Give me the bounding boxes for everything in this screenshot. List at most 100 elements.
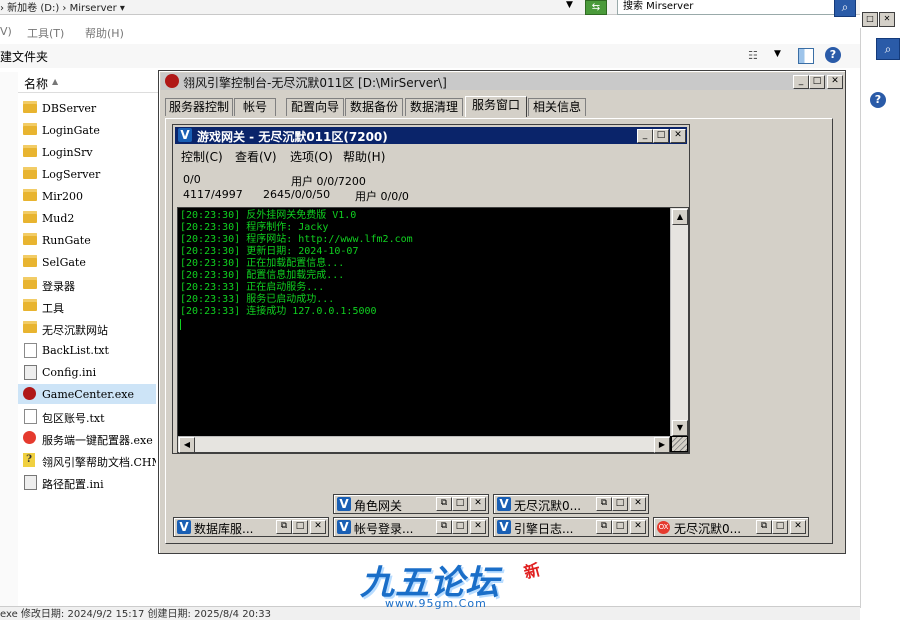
file-item[interactable]: Config.ini	[18, 362, 156, 382]
view-dropdown-icon[interactable]: ▼	[774, 49, 781, 59]
minimized-window-server-2[interactable]: OX 无尽沉默0... ⧉ □ ✕	[653, 517, 809, 537]
minimize-icon[interactable]: _	[793, 75, 809, 89]
maximize-icon[interactable]: □	[653, 129, 669, 143]
right-window-edge	[860, 28, 910, 608]
address-bar[interactable]: › 新加卷 (D:) › Mirserver ▾ ▼ ⇆ 搜索 Mirserve…	[0, 0, 860, 17]
file-item[interactable]: LogServer	[18, 164, 156, 184]
restore-icon[interactable]: ⧉	[436, 520, 452, 534]
close-icon[interactable]: ✕	[790, 520, 806, 534]
file-name: LoginGate	[42, 124, 100, 137]
restore-icon[interactable]: ⧉	[596, 497, 612, 511]
log-line: [20:23:30] 正在加载配置信息...	[180, 258, 345, 269]
vertical-scrollbar[interactable]: ▲ ▼	[670, 208, 688, 436]
explorer-command-bar: 建文件夹 ☷ ▼ ?	[0, 44, 860, 68]
maximize-icon[interactable]: □	[292, 520, 308, 534]
file-item[interactable]: 包区账号.txt	[18, 406, 156, 426]
menu-help[interactable]: 帮助(H)	[85, 25, 124, 41]
column-name-label: 名称	[24, 77, 49, 91]
maximize-icon[interactable]: □	[612, 497, 628, 511]
folder-icon	[23, 145, 37, 157]
address-path[interactable]: › 新加卷 (D:) › Mirserver ▾	[0, 0, 125, 14]
control-window-titlebar[interactable]: 翎风引擎控制台-无尽沉默011区 [D:\MirServer\] _ □ ✕	[161, 73, 843, 90]
file-name: 包区账号.txt	[42, 412, 105, 425]
tab-config-wizard[interactable]: 配置向导	[286, 98, 344, 116]
settings-file-icon	[24, 365, 37, 380]
search-input[interactable]: 搜索 Mirserver	[617, 0, 839, 15]
file-item[interactable]: ? 翎风引擎帮助文档.CHM	[18, 450, 156, 470]
close-icon[interactable]: ✕	[470, 497, 486, 511]
file-item[interactable]: SelGate	[18, 252, 156, 272]
menu-options[interactable]: 选项(O)	[290, 148, 333, 165]
menu-help[interactable]: 帮助(H)	[343, 148, 385, 165]
refresh-icon[interactable]: ⇆	[585, 0, 607, 15]
new-folder-button[interactable]: 建文件夹	[0, 48, 48, 65]
scroll-up-icon[interactable]: ▲	[672, 209, 688, 225]
minimized-window-login[interactable]: V 帐号登录... ⧉ □ ✕	[333, 517, 489, 537]
close-icon[interactable]: ✕	[310, 520, 326, 534]
file-item[interactable]: LoginGate	[18, 120, 156, 140]
maximize-icon[interactable]: □	[452, 497, 468, 511]
maximize-icon[interactable]: □	[809, 75, 825, 89]
column-header-name[interactable]: 名称 ▲	[18, 72, 158, 93]
resize-grip[interactable]	[672, 437, 687, 451]
maximize-icon[interactable]: □	[772, 520, 788, 534]
address-dropdown-icon[interactable]: ▼	[566, 0, 573, 10]
file-item[interactable]: RunGate	[18, 230, 156, 250]
close-icon[interactable]: ✕	[879, 12, 895, 27]
close-icon[interactable]: ✕	[827, 75, 843, 89]
help-icon[interactable]: ?	[870, 92, 886, 108]
minimized-window-db-server[interactable]: V 数据库服... ⧉ □ ✕	[173, 517, 329, 537]
file-item[interactable]: DBServer	[18, 98, 156, 118]
tab-account[interactable]: 帐号	[234, 98, 276, 116]
close-icon[interactable]: ✕	[630, 497, 646, 511]
minimized-window-server[interactable]: V 无尽沉默0... ⧉ □ ✕	[493, 494, 649, 514]
scroll-left-icon[interactable]: ◀	[179, 437, 195, 453]
horizontal-scrollbar[interactable]: ◀ ▶	[178, 436, 670, 453]
close-icon[interactable]: ✕	[630, 520, 646, 534]
minimized-window-title: 数据库服...	[194, 522, 254, 536]
file-item[interactable]: 服务端一键配置器.exe	[18, 428, 156, 448]
tab-data-backup[interactable]: 数据备份	[345, 98, 403, 116]
file-item[interactable]: BackList.txt	[18, 340, 156, 360]
menu-control[interactable]: 控制(C)	[181, 148, 223, 165]
preview-pane-icon[interactable]	[798, 48, 814, 64]
tab-related-info[interactable]: 相关信息	[528, 98, 586, 116]
file-name: SelGate	[42, 256, 86, 269]
scroll-right-icon[interactable]: ▶	[654, 437, 670, 453]
file-item[interactable]: Mud2	[18, 208, 156, 228]
help-icon[interactable]: ?	[825, 47, 841, 63]
explorer-window-controls: □ ✕	[862, 12, 910, 28]
file-item[interactable]: 路径配置.ini	[18, 472, 156, 492]
restore-icon[interactable]: ⧉	[596, 520, 612, 534]
file-item[interactable]: 工具	[18, 296, 156, 316]
view-options-icon[interactable]: ☷	[748, 49, 758, 62]
maximize-icon[interactable]: □	[452, 520, 468, 534]
search-icon[interactable]: ⌕	[834, 0, 856, 17]
file-item[interactable]: LoginSrv	[18, 142, 156, 162]
menu-view[interactable]: V)	[0, 25, 12, 38]
tab-service-windows[interactable]: 服务窗口	[465, 96, 527, 117]
restore-icon[interactable]: ⧉	[756, 520, 772, 534]
restore-icon[interactable]: ⧉	[276, 520, 292, 534]
minimized-window-role-gateway[interactable]: V 角色网关 ⧉ □ ✕	[333, 494, 489, 514]
search-icon[interactable]: ⌕	[876, 38, 900, 60]
file-item[interactable]: Mir200	[18, 186, 156, 206]
minimize-icon[interactable]: _	[637, 129, 653, 143]
menu-view[interactable]: 查看(V)	[235, 148, 277, 165]
menu-tools[interactable]: 工具(T)	[27, 25, 64, 41]
tab-server-control[interactable]: 服务器控制	[165, 98, 233, 116]
minimized-window-engine-log[interactable]: V 引擎日志... ⧉ □ ✕	[493, 517, 649, 537]
maximize-icon[interactable]: □	[862, 12, 878, 27]
gateway-titlebar[interactable]: V 游戏网关 - 无尽沉默011区(7200) _ □ ✕	[175, 127, 687, 144]
close-icon[interactable]: ✕	[670, 129, 686, 143]
file-item[interactable]: 无尽沉默网站	[18, 318, 156, 338]
scroll-down-icon[interactable]: ▼	[672, 420, 688, 436]
file-item[interactable]: GameCenter.exe	[18, 384, 156, 404]
maximize-icon[interactable]: □	[612, 520, 628, 534]
navigation-pane	[0, 72, 18, 612]
file-item[interactable]: 登录器	[18, 274, 156, 294]
close-icon[interactable]: ✕	[470, 520, 486, 534]
log-console[interactable]: [20:23:30] 反外挂网关免费版 V1.0 [20:23:30] 程序制作:…	[177, 207, 689, 453]
restore-icon[interactable]: ⧉	[436, 497, 452, 511]
tab-data-cleanup[interactable]: 数据清理	[405, 98, 463, 116]
